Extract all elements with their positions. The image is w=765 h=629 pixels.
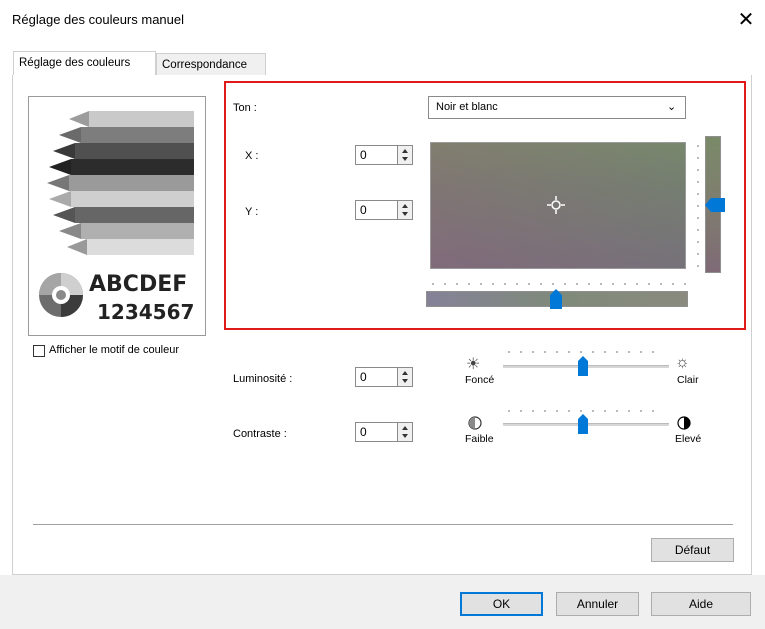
contrast-stepper-arrows-icon[interactable] [397,423,412,441]
chevron-down-icon: ⌄ [667,101,677,113]
contrast-high-icon [677,416,691,430]
contrast-slider-thumb[interactable] [577,413,589,435]
x-stepper[interactable]: 0 [355,145,413,165]
contrast-label: Contraste : [233,428,287,440]
tab-color-adjustment[interactable]: Réglage des couleurs [13,51,156,75]
tone-select[interactable]: Noir et blanc ⌄ [428,96,686,119]
tone-select-value: Noir et blanc [436,101,498,113]
brightness-stepper-arrows-icon[interactable] [397,368,412,386]
divider [33,524,733,525]
color-preview: ABCDEF 1234567 [28,96,206,336]
cancel-button[interactable]: Annuler [556,592,639,616]
y-stepper-arrows-icon[interactable] [397,201,412,219]
x-slider-thumb[interactable] [549,288,563,310]
sun-dark-icon: ☀ [466,356,481,373]
x-slider-ticks [432,283,688,285]
crosshair-icon[interactable] [546,195,566,215]
tone-color-grid[interactable] [430,142,686,269]
brightness-label: Luminosité : [233,373,293,385]
y-stepper[interactable]: 0 [355,200,413,220]
color-wheel-icon [39,273,83,317]
svg-text:ABCDEF: ABCDEF [89,272,187,297]
tone-label: Ton : [233,102,257,114]
pencils-image: ABCDEF 1234567 [39,111,194,324]
brightness-low-label: Foncé [465,374,495,386]
brightness-high-label: Clair [677,374,699,386]
show-pattern-label: Afficher le motif de couleur [49,344,180,356]
ok-button[interactable]: OK [460,592,543,616]
default-button[interactable]: Défaut [651,538,734,562]
x-value: 0 [360,148,367,162]
y-slider-thumb[interactable] [703,197,727,213]
brightness-ticks [508,351,658,353]
x-stepper-arrows-icon[interactable] [397,146,412,164]
x-label: X : [245,150,259,162]
sun-bright-icon: ☼ [675,354,690,371]
brightness-stepper[interactable]: 0 [355,367,413,387]
tab-matching[interactable]: Correspondance [156,53,266,75]
contrast-low-label: Faible [465,433,494,445]
brightness-slider-thumb[interactable] [577,355,589,377]
window-title: Réglage des couleurs manuel [12,12,184,27]
contrast-value: 0 [360,425,367,439]
contrast-ticks [508,410,658,412]
y-slider-ticks [697,145,699,271]
contrast-stepper[interactable]: 0 [355,422,413,442]
brightness-value: 0 [360,370,367,384]
show-pattern-checkbox[interactable] [33,345,45,357]
y-value: 0 [360,203,367,217]
svg-text:1234567: 1234567 [97,300,194,324]
y-label: Y : [245,206,259,218]
contrast-high-label: Elevé [675,433,702,445]
contrast-low-icon [468,416,482,430]
close-icon[interactable]: ✕ [735,7,757,32]
help-button[interactable]: Aide [651,592,751,616]
